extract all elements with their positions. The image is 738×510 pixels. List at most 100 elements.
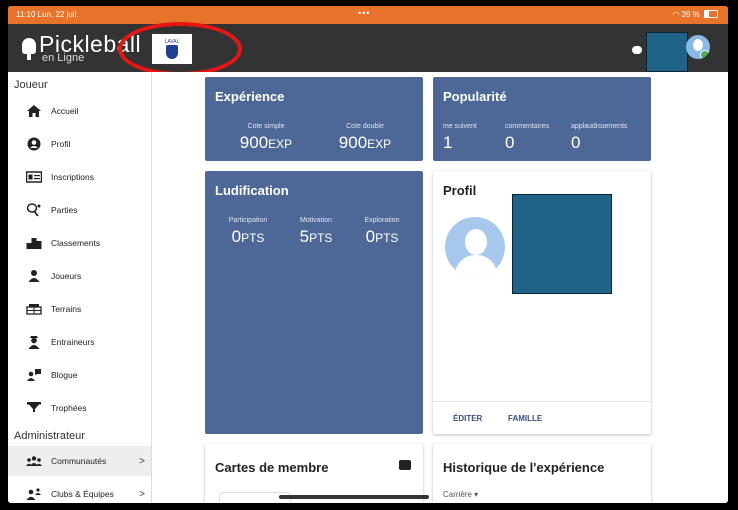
stat-caption: Participation (228, 217, 268, 224)
chat-icon[interactable] (632, 46, 642, 54)
card-title: Expérience (215, 89, 285, 104)
sidebar-item-clubs-equipes[interactable]: Clubs & Équipes > (8, 479, 151, 503)
sidebar-item-label: Classements (51, 238, 101, 248)
profile-avatar[interactable] (445, 217, 505, 277)
section-label-joueur: Joueur (14, 79, 48, 91)
redacted-block (646, 32, 688, 72)
popularite-card: Popularité me suivent 1 commentaires 0 a… (433, 77, 651, 161)
status-bar: 11:10 Lun. 22 juil. ••• ◠ 39 % (8, 6, 728, 24)
stat-number: 5 (299, 227, 310, 246)
edit-button[interactable]: ÉDITER (453, 414, 482, 423)
sidebar-item-trophees[interactable]: Trophées (8, 393, 151, 423)
stat-cote-double: Cote double 900EXP (320, 123, 410, 153)
sidebar-item-label: Accueil (51, 106, 79, 116)
sidebar-item-label: Communautés (51, 456, 107, 466)
experience-card: Expérience Cote simple 900EXP Cote doubl… (205, 77, 423, 161)
historique-card: Historique de l'expérience Carrière ▾ (433, 444, 651, 503)
status-time: 11:10 Lun. 22 juil. (16, 10, 79, 19)
sidebar-item-communautes[interactable]: Communautés > (8, 446, 151, 476)
stat-caption: Cote simple (247, 123, 285, 130)
profil-card: Profil ÉDITER FAMILLE (433, 171, 651, 434)
stat-exploration: Exploration 0PTS (347, 217, 417, 247)
sidebar-item-label: Trophées (51, 403, 87, 413)
home-icon (27, 105, 41, 117)
family-button[interactable]: FAMILLE (508, 414, 542, 423)
sidebar-item-label: Parties (51, 205, 78, 215)
sidebar-item-classements[interactable]: Classements (8, 228, 151, 258)
sidebar-item-label: Inscriptions (51, 172, 94, 182)
sidebar-item-entraineurs[interactable]: Entraineurs (8, 327, 151, 357)
stat-unit: PTS (375, 231, 399, 245)
sidebar-item-label: Blogue (51, 370, 78, 380)
trophy-icon (27, 402, 41, 412)
sidebar-item-label: Clubs & Équipes (51, 489, 114, 499)
stat-unit: EXP (268, 137, 293, 151)
stat-number: 900 (338, 133, 368, 152)
battery-percent: 39 % (681, 10, 700, 19)
sidebar-item-terrains[interactable]: Terrains (8, 294, 151, 324)
card-title: Ludification (215, 183, 289, 198)
stat-caption: Exploration (364, 217, 400, 224)
chevron-right-icon: > (139, 488, 145, 500)
user-avatar[interactable] (686, 35, 710, 59)
chevron-right-icon: > (139, 455, 145, 467)
stat-me-suivent: me suivent 1 (443, 123, 503, 153)
app-header: Pickleball en Ligne LAVAL (8, 22, 728, 76)
paddle-icon (26, 203, 41, 217)
stat-applaudissements: applaudissements 0 (571, 123, 647, 153)
card-title: Popularité (443, 89, 507, 104)
stat-unit: EXP (367, 137, 392, 151)
stat-participation: Participation 0PTS (213, 217, 283, 247)
paddle-logo-icon (22, 38, 36, 60)
stat-cote-simple: Cote simple 900EXP (221, 123, 311, 153)
person-icon (28, 270, 40, 282)
dashboard-main: Expérience Cote simple 900EXP Cote doubl… (152, 72, 728, 503)
multitask-dots[interactable]: ••• (358, 8, 370, 18)
sidebar-item-inscriptions[interactable]: Inscriptions (8, 162, 151, 192)
red-annotation-circle (118, 22, 242, 76)
coach-icon (28, 336, 40, 349)
stat-number: 0 (571, 133, 581, 152)
teams-icon (26, 488, 41, 500)
stat-caption: applaudissements (571, 123, 628, 130)
blog-icon (27, 369, 41, 381)
id-card-icon (26, 171, 42, 183)
sidebar-item-label: Joueurs (51, 271, 82, 281)
stat-value: 0PTS (213, 227, 283, 247)
sidebar-item-accueil[interactable]: Accueil (8, 96, 151, 126)
logo-subtitle: en Ligne (42, 52, 85, 64)
sidebar: Joueur Accueil Profil Inscriptions Parti… (8, 72, 152, 503)
stat-caption: me suivent (443, 123, 477, 130)
stat-caption: Motivation (300, 217, 332, 224)
stat-number: 1 (443, 133, 453, 152)
stat-value: 900EXP (221, 133, 311, 153)
ipad-screen: 11:10 Lun. 22 juil. ••• ◠ 39 % Picklebal… (8, 6, 728, 503)
sidebar-item-label: Terrains (51, 304, 82, 314)
stat-number: 0 (365, 227, 376, 246)
card-actions: ÉDITER FAMILLE (433, 401, 651, 434)
stat-unit: PTS (241, 231, 265, 245)
print-icon[interactable] (399, 460, 411, 470)
card-title: Profil (443, 183, 477, 198)
stat-value: 5PTS (281, 227, 351, 247)
sidebar-item-joueurs[interactable]: Joueurs (8, 261, 151, 291)
stat-value: 900EXP (320, 133, 410, 153)
court-icon (26, 304, 42, 315)
home-indicator[interactable] (279, 495, 429, 499)
card-title: Cartes de membre (215, 460, 329, 475)
stat-caption: commentaires (505, 123, 549, 130)
career-filter-dropdown[interactable]: Carrière ▾ (443, 490, 478, 499)
battery-icon (704, 10, 718, 18)
ludification-card: Ludification Participation 0PTS Motivati… (205, 171, 423, 434)
stat-value: 0PTS (347, 227, 417, 247)
card-title: Historique de l'expérience (443, 460, 605, 475)
battery-indicator: ◠ 39 % (672, 10, 718, 19)
redacted-block (512, 194, 612, 294)
section-label-administrateur: Administrateur (14, 430, 85, 442)
sidebar-item-parties[interactable]: Parties (8, 195, 151, 225)
stat-motivation: Motivation 5PTS (281, 217, 351, 247)
stat-number: 0 (505, 133, 515, 152)
sidebar-item-blogue[interactable]: Blogue (8, 360, 151, 390)
sidebar-item-profil[interactable]: Profil (8, 129, 151, 159)
sidebar-item-label: Profil (51, 139, 71, 149)
